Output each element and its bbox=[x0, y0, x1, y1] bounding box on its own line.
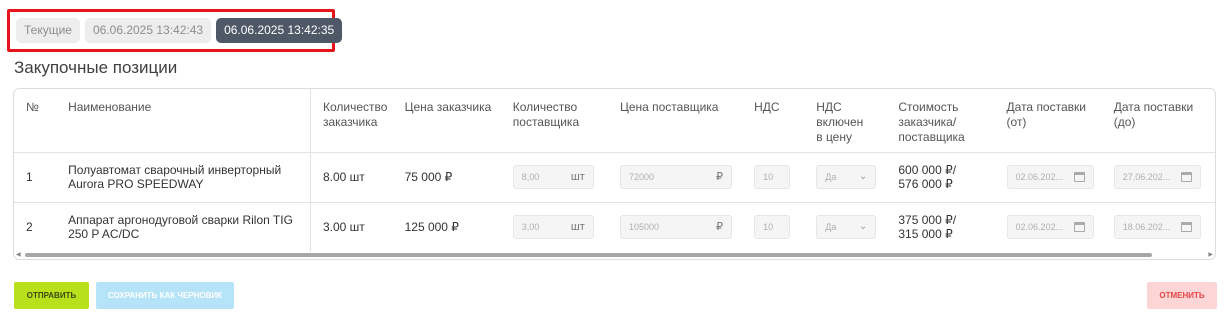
cell-no: 1 bbox=[14, 151, 65, 202]
horizontal-scrollbar[interactable]: ◀ ▶ bbox=[14, 250, 1215, 259]
date-from-value: 02.06.202... bbox=[1015, 172, 1064, 182]
table-row: 2 Аппарат аргонодуговой сварки Rilon TIG… bbox=[14, 201, 1215, 252]
supplier-qty-input[interactable]: 3,00 шт bbox=[512, 215, 594, 240]
cancel-button[interactable]: отменить bbox=[1147, 282, 1217, 309]
col-header-supplier-qty: Количество поставщика bbox=[512, 100, 580, 129]
section-title: Закупочные позиции bbox=[14, 58, 178, 77]
cost-supplier: 576 000 ₽ bbox=[898, 177, 953, 191]
col-header-vat: НДС bbox=[754, 100, 780, 114]
supplier-price-value: 72000 bbox=[628, 172, 654, 182]
scrollbar-thumb[interactable] bbox=[25, 253, 1152, 257]
currency-symbol: ₽ bbox=[715, 171, 723, 183]
cost-customer: 600 000 ₽/ bbox=[898, 163, 957, 177]
vat-included-value: Да bbox=[825, 222, 837, 233]
vat-value: 10 bbox=[763, 222, 774, 233]
col-header-truncated: Ко bbox=[1204, 89, 1215, 152]
send-button[interactable]: отправить bbox=[14, 282, 89, 309]
cell-cost: 375 000 ₽/ 315 000 ₽ bbox=[886, 201, 995, 252]
supplier-price-value: 105000 bbox=[628, 222, 659, 233]
date-to-value: 27.06.202... bbox=[1122, 172, 1171, 182]
cost-supplier: 315 000 ₽ bbox=[898, 227, 953, 242]
scroll-right-icon[interactable]: ▶ bbox=[1208, 251, 1213, 258]
supplier-qty-value: 3,00 bbox=[521, 222, 540, 233]
col-header-name: Наименование bbox=[64, 89, 311, 152]
tab-current[interactable]: Текущие bbox=[16, 18, 80, 43]
cell-cost: 600 000 ₽/ 576 000 ₽ bbox=[886, 151, 995, 202]
cost-customer: 375 000 ₽/ bbox=[898, 213, 957, 228]
vat-input[interactable]: 10 bbox=[754, 215, 791, 240]
save-draft-button[interactable]: сохранить как черновик bbox=[96, 282, 234, 309]
date-from-input[interactable]: 02.06.202... bbox=[1006, 215, 1094, 240]
cell-customer-qty: 8.00 шт bbox=[310, 151, 393, 202]
calendar-icon[interactable] bbox=[1180, 222, 1192, 233]
chevron-down-icon: ⌄ bbox=[858, 171, 868, 182]
supplier-price-input[interactable]: 72000 ₽ bbox=[619, 165, 732, 189]
col-header-date-to: Дата поставки (до) bbox=[1113, 100, 1194, 129]
col-header-no: № bbox=[26, 100, 39, 114]
calendar-icon[interactable] bbox=[1180, 172, 1192, 182]
cell-customer-price: 75 000 ₽ bbox=[392, 151, 501, 202]
date-to-input[interactable]: 18.06.202... bbox=[1113, 215, 1201, 240]
supplier-qty-unit: шт bbox=[570, 221, 585, 234]
col-header-date-from: Дата поставки (от) bbox=[1006, 100, 1086, 129]
date-from-input[interactable]: 02.06.202... bbox=[1006, 165, 1094, 189]
vat-value: 10 bbox=[763, 172, 774, 182]
tab-version-1[interactable]: 06.06.2025 13:42:43 bbox=[84, 18, 212, 43]
supplier-qty-value: 8,00 bbox=[521, 172, 540, 182]
date-to-value: 18.06.202... bbox=[1122, 222, 1171, 233]
col-header-supplier-price: Цена поставщика bbox=[619, 100, 719, 114]
calendar-icon[interactable] bbox=[1073, 172, 1085, 182]
cell-customer-qty: 3.00 шт bbox=[310, 201, 393, 252]
col-header-cost: Стоимость заказчика/ поставщика bbox=[898, 100, 965, 144]
vat-included-value: Да bbox=[825, 172, 837, 182]
table-header-row: № Наименование Количество заказчика Цена… bbox=[14, 89, 1215, 152]
table-row: 1 Полуавтомат сварочный инверторный Auro… bbox=[14, 151, 1215, 202]
chevron-down-icon: ⌄ bbox=[858, 221, 868, 233]
col-header-customer-qty: Количество заказчика bbox=[322, 100, 388, 129]
calendar-icon[interactable] bbox=[1073, 222, 1085, 233]
supplier-qty-input[interactable]: 8,00 шт bbox=[512, 165, 594, 189]
supplier-qty-unit: шт bbox=[570, 171, 585, 183]
cell-name: Полуавтомат сварочный инверторный Aurora… bbox=[64, 151, 311, 202]
col-header-customer-price: Цена заказчика bbox=[404, 100, 492, 114]
date-to-input[interactable]: 27.06.202... bbox=[1113, 165, 1201, 189]
cell-name: Аппарат аргонодуговой сварки Rilon TIG 2… bbox=[64, 201, 311, 252]
vat-included-select[interactable]: Да ⌄ bbox=[816, 165, 877, 189]
col-header-vat-included: НДС включен в цену bbox=[816, 100, 864, 144]
vat-included-select[interactable]: Да ⌄ bbox=[816, 215, 877, 240]
cell-customer-price: 125 000 ₽ bbox=[392, 201, 501, 252]
vat-input[interactable]: 10 bbox=[754, 165, 791, 189]
cell-no: 2 bbox=[14, 201, 65, 252]
currency-symbol: ₽ bbox=[715, 221, 723, 234]
version-tabs: Текущие 06.06.2025 13:42:43 06.06.2025 1… bbox=[7, 9, 343, 52]
scroll-left-icon[interactable]: ◀ bbox=[16, 251, 21, 258]
supplier-price-input[interactable]: 105000 ₽ bbox=[619, 215, 732, 240]
date-from-value: 02.06.202... bbox=[1015, 222, 1064, 233]
purchase-items-table: № Наименование Количество заказчика Цена… bbox=[13, 88, 1216, 260]
tab-version-2[interactable]: 06.06.2025 13:42:35 bbox=[216, 18, 343, 43]
